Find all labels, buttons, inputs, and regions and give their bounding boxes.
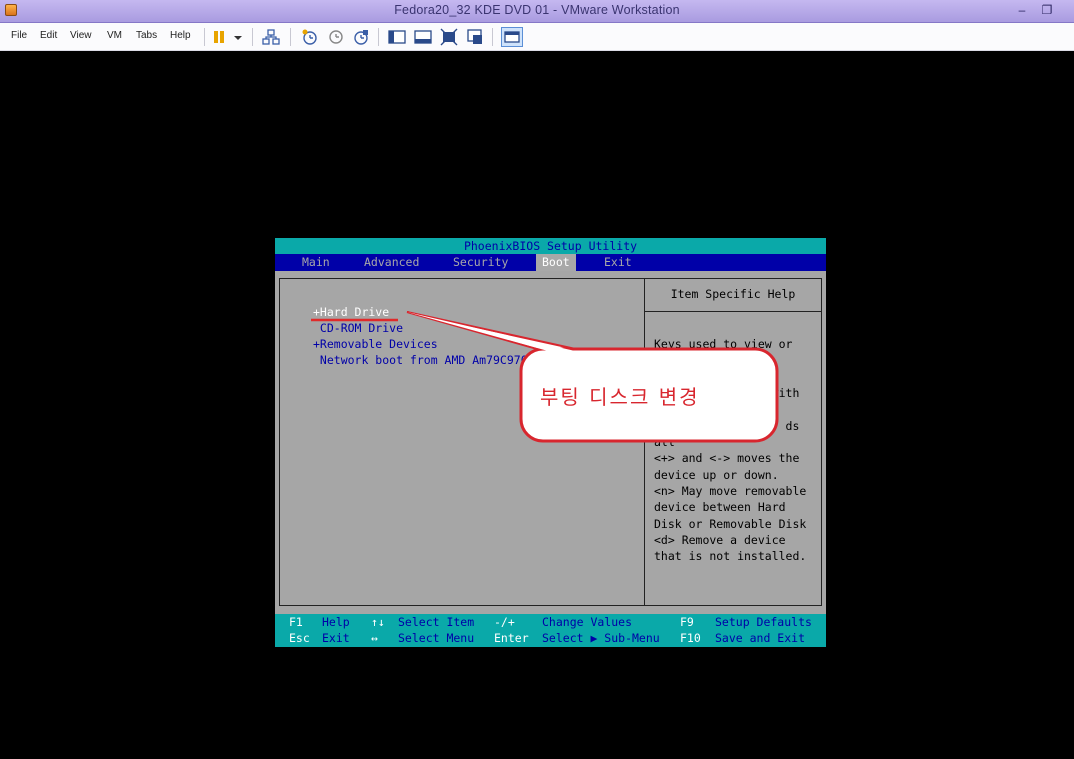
- key-enter-desc: Select ▶ Sub-Menu: [542, 631, 660, 645]
- menu-file[interactable]: File: [11, 30, 27, 41]
- full-screen-icon[interactable]: [440, 28, 458, 46]
- minimize-button[interactable]: –: [1012, 2, 1032, 18]
- restore-button[interactable]: ❐: [1037, 2, 1057, 18]
- key-f9: F9: [680, 615, 694, 629]
- help-title: Item Specific Help: [670, 287, 796, 301]
- menu-edit[interactable]: Edit: [40, 30, 57, 41]
- toolbar-separator: [492, 28, 493, 46]
- key-updown-desc: Select Item: [398, 615, 475, 629]
- key-leftright-desc: Select Menu: [398, 631, 475, 645]
- console-view-icon[interactable]: [501, 27, 523, 47]
- help-panel: Item Specific Help Keys used to view or …: [644, 278, 822, 606]
- key-f1: F1: [289, 615, 303, 629]
- help-line: <n> May move removable: [654, 484, 807, 498]
- bios-setup-screen[interactable]: PhoenixBIOS Setup Utility Main Advanced …: [275, 238, 826, 647]
- toolbar-separator: [252, 28, 253, 46]
- bios-title: PhoenixBIOS Setup Utility: [275, 238, 826, 254]
- window-titlebar[interactable]: Fedora20_32 KDE DVD 01 - VMware Workstat…: [0, 0, 1074, 23]
- bios-tab-boot[interactable]: Boot: [536, 254, 576, 271]
- key-f10: F10: [680, 631, 701, 645]
- help-line: ds: [654, 419, 800, 433]
- boot-item-removable[interactable]: +Removable Devices: [313, 336, 438, 352]
- help-line: <d> Remove a device: [654, 533, 786, 547]
- boot-item-network[interactable]: Network boot from AMD Am79C970: [313, 352, 528, 368]
- help-line: Keys used to view or: [654, 337, 793, 351]
- bios-key-legend: F1 Help ↑↓ Select Item -/+ Change Values…: [275, 614, 826, 647]
- help-line: Disk or Removable Disk: [654, 517, 807, 531]
- help-line: all: [654, 435, 675, 449]
- menu-vm[interactable]: VM: [107, 30, 122, 41]
- help-line: that is not installed.: [654, 549, 807, 563]
- boot-item-hard-drive[interactable]: +Hard Drive: [313, 304, 389, 320]
- boot-order-panel: +Hard Drive CD-ROM Drive +Removable Devi…: [279, 278, 645, 606]
- unity-icon[interactable]: [466, 28, 484, 46]
- sidebar-view-icon[interactable]: [388, 28, 406, 46]
- menu-help[interactable]: Help: [170, 30, 191, 41]
- toolbar: File Edit View VM Tabs Help: [0, 23, 1074, 51]
- menu-view[interactable]: View: [70, 30, 92, 41]
- toolbar-separator: [204, 28, 205, 46]
- snapshot-manager-icon[interactable]: [352, 28, 370, 46]
- key-updown: ↑↓: [371, 615, 385, 629]
- window-title: Fedora20_32 KDE DVD 01 - VMware Workstat…: [394, 3, 680, 17]
- key-leftright: ↔: [371, 631, 378, 645]
- toolbar-separator: [290, 28, 291, 46]
- bios-tab-exit[interactable]: Exit: [598, 254, 638, 271]
- key-f9-desc: Setup Defaults: [715, 615, 812, 629]
- toolbar-separator: [378, 28, 379, 46]
- bios-tab-bar: Main Advanced Security Boot Exit: [275, 254, 826, 271]
- help-line: device between Hard: [654, 500, 786, 514]
- key-f1-desc: Help: [322, 615, 350, 629]
- annotation-text: 부팅 디스크 변경: [540, 385, 700, 409]
- network-icon[interactable]: [262, 28, 280, 46]
- pause-icon[interactable]: [212, 28, 244, 46]
- bios-tab-main[interactable]: Main: [296, 254, 336, 271]
- key-minus-plus: -/+: [494, 615, 515, 629]
- menu-tabs[interactable]: Tabs: [136, 30, 157, 41]
- key-minus-plus-desc: Change Values: [542, 615, 633, 629]
- help-divider: [645, 311, 821, 312]
- key-esc-desc: Exit: [322, 631, 350, 645]
- snapshot-icon[interactable]: [301, 28, 319, 46]
- bios-tab-advanced[interactable]: Advanced: [358, 254, 425, 271]
- help-line: <+> and <-> moves the: [654, 451, 800, 465]
- boot-item-cdrom[interactable]: CD-ROM Drive: [313, 320, 403, 336]
- revert-snapshot-icon[interactable]: [327, 28, 345, 46]
- key-enter: Enter: [494, 631, 529, 645]
- key-esc: Esc: [289, 631, 310, 645]
- bios-tab-security[interactable]: Security: [447, 254, 514, 271]
- key-f10-desc: Save and Exit: [715, 631, 806, 645]
- thumbnail-view-icon[interactable]: [414, 28, 432, 46]
- help-line: device up or down.: [654, 468, 779, 482]
